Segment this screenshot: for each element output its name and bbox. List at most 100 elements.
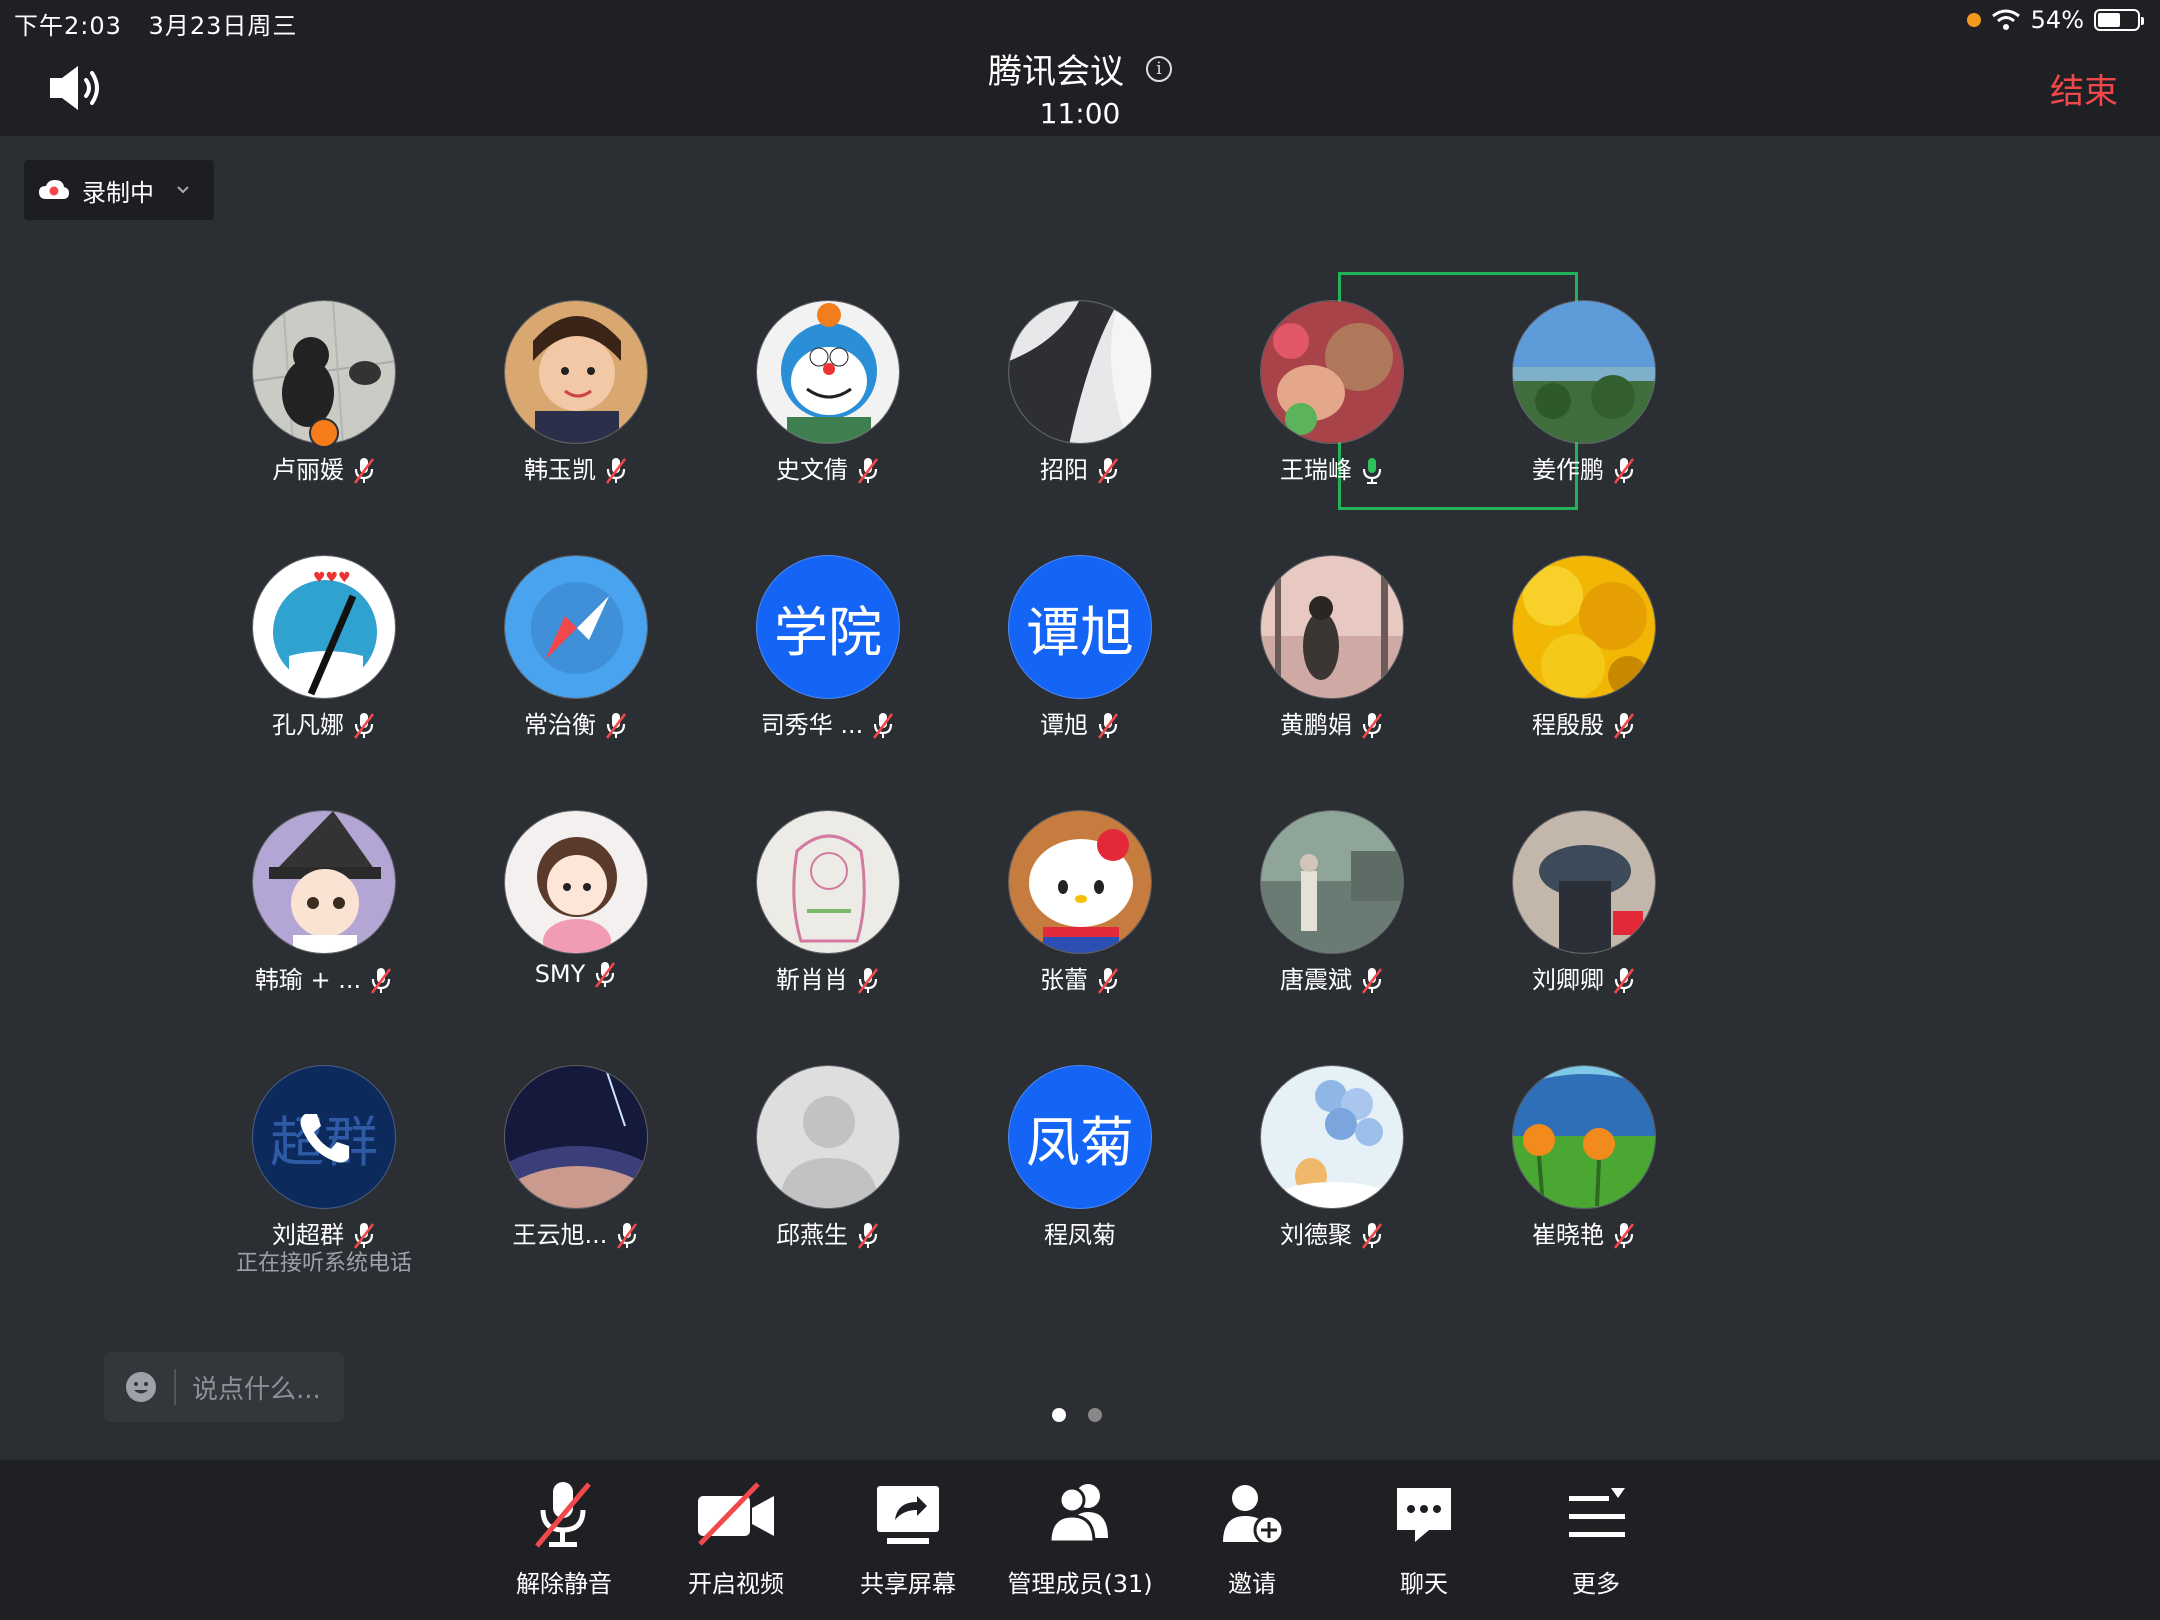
photo-coast-image (1513, 301, 1655, 443)
end-meeting-button[interactable]: 结束 (2050, 64, 2118, 113)
pencil-drawing-image: ♥♥♥ (253, 556, 395, 698)
participant-tile[interactable]: 谭旭 谭旭 (954, 555, 1206, 795)
participant-tile[interactable]: 王瑞峰 (1206, 300, 1458, 540)
wifi-icon (1991, 9, 2020, 30)
participant-tile[interactable]: 史文倩 (702, 300, 954, 540)
recording-status-button[interactable]: 录制中 (24, 160, 214, 220)
page-dot-2[interactable] (1088, 1408, 1102, 1422)
photo-hat-image (1513, 811, 1655, 953)
photo-flowers-image (1513, 556, 1655, 698)
participant-tile[interactable]: 唐震斌 (1206, 810, 1458, 1050)
start-video-label: 开启视频 (688, 1570, 784, 1598)
participant-avatar (1512, 300, 1656, 444)
meeting-header: 腾讯会议 i 11:00 结束 (0, 40, 2160, 136)
participant-avatar (1008, 300, 1152, 444)
mic-muted-icon (1613, 458, 1635, 484)
participant-name: 靳肖肖 (776, 966, 848, 994)
participant-avatar (756, 1065, 900, 1209)
participant-tile[interactable]: 程殷殷 (1458, 555, 1710, 795)
participant-tile[interactable]: 常治衡 (450, 555, 702, 795)
participant-avatar (1260, 810, 1404, 954)
meeting-duration: 11:00 (1039, 97, 1121, 130)
participant-tile[interactable]: 崔晓艳 (1458, 1065, 1710, 1305)
chat-label: 聊天 (1400, 1570, 1448, 1598)
participant-name-row: 王瑞峰 (1206, 450, 1458, 486)
chat-bubble-icon (1397, 1488, 1451, 1542)
participant-name: 程殷殷 (1532, 711, 1604, 739)
compass-icon-image (505, 556, 647, 698)
participant-name-row: 韩瑜 + ... (198, 960, 450, 996)
participant-avatar (1008, 810, 1152, 954)
hello-kitty-image (1009, 811, 1151, 953)
participant-tile[interactable]: 超群 刘超群 正在接听系统电话 (198, 1065, 450, 1305)
page-dot-1[interactable] (1052, 1408, 1066, 1422)
participant-tile[interactable]: 招阳 (954, 300, 1206, 540)
participant-name-row: 靳肖肖 (702, 960, 954, 996)
participant-name: 刘卿卿 (1532, 966, 1604, 994)
participant-tile[interactable]: 凤菊 程凤菊 (954, 1065, 1206, 1305)
participant-tile[interactable]: 刘德聚 (1206, 1065, 1458, 1305)
avatar-initials: 学院 (774, 600, 882, 664)
participant-avatar (1512, 1065, 1656, 1209)
mic-muted-icon (1361, 713, 1383, 739)
info-icon[interactable]: i (1146, 55, 1172, 82)
participant-name-row: 刘卿卿 (1458, 960, 1710, 996)
participant-name-row: 卢丽媛 (198, 450, 450, 486)
mic-muted-icon (617, 1223, 638, 1249)
participant-name: 黄鹏娟 (1280, 711, 1352, 739)
participant-avatar: ♥♥♥ (252, 555, 396, 699)
participant-tile[interactable]: 邱燕生 (702, 1065, 954, 1305)
participant-tile[interactable]: 卢丽媛 (198, 300, 450, 540)
mic-muted-icon (873, 713, 894, 739)
participant-name-row: 程凤菊 (954, 1215, 1206, 1250)
participant-name: SMY (534, 960, 586, 988)
participant-avatar (504, 810, 648, 954)
chat-input[interactable]: 说点什么... (104, 1352, 344, 1422)
mic-muted-icon (1097, 968, 1119, 994)
participant-name: 卢丽媛 (272, 456, 344, 484)
phone-call-icon (300, 1114, 349, 1163)
participant-tile[interactable]: 韩玉凯 (450, 300, 702, 540)
participant-name-row: 谭旭 (954, 705, 1206, 741)
chat-button[interactable]: 聊天 (1344, 1478, 1504, 1608)
participant-tile[interactable]: 靳肖肖 (702, 810, 954, 1050)
manage-members-button[interactable]: 管理成员(31) (1000, 1478, 1160, 1608)
camera-off-icon (698, 1482, 774, 1546)
participant-avatar: 超群 (252, 1065, 396, 1209)
participant-name-row: 张蕾 (954, 960, 1206, 996)
participant-avatar: 谭旭 (1008, 555, 1152, 699)
participant-tile[interactable]: SMY (450, 810, 702, 1050)
participant-avatar (1512, 555, 1656, 699)
participant-tile[interactable]: 学院 司秀华 ... (702, 555, 954, 795)
invite-button[interactable]: 邀请 (1172, 1478, 1332, 1608)
participant-name-row: 崔晓艳 (1458, 1215, 1710, 1251)
participant-name: 招阳 (1040, 456, 1088, 484)
add-user-icon (1223, 1485, 1285, 1546)
participant-name: 刘德聚 (1280, 1221, 1352, 1249)
start-video-button[interactable]: 开启视频 (656, 1478, 816, 1608)
participant-tile[interactable]: 黄鹏娟 (1206, 555, 1458, 795)
mic-muted-icon (1097, 458, 1119, 484)
participant-tile[interactable]: 张蕾 (954, 810, 1206, 1050)
participant-name-row: 史文倩 (702, 450, 954, 486)
participant-avatar (1260, 1065, 1404, 1209)
page-indicator[interactable] (1052, 1408, 1102, 1422)
bottom-toolbar: 解除静音 开启视频 共享屏幕 管理成员(31) 邀请 聊天 更多 (0, 1460, 2160, 1620)
participant-tile[interactable]: ♥♥♥ 孔凡娜 (198, 555, 450, 795)
participant-name-row: 程殷殷 (1458, 705, 1710, 741)
mic-muted-icon (353, 458, 375, 484)
mic-muted-icon (371, 968, 392, 994)
share-screen-button[interactable]: 共享屏幕 (828, 1478, 988, 1608)
participant-name: 邱燕生 (776, 1221, 848, 1249)
participant-tile[interactable]: 刘卿卿 (1458, 810, 1710, 1050)
participant-name: 姜作鹏 (1532, 456, 1604, 484)
participant-tile[interactable]: 姜作鹏 (1458, 300, 1710, 540)
more-button[interactable]: 更多 (1516, 1478, 1676, 1608)
mic-muted-icon (1613, 968, 1635, 994)
participant-tile[interactable]: 王云旭... (450, 1065, 702, 1305)
emoji-icon[interactable] (124, 1370, 158, 1404)
participant-avatar (504, 300, 648, 444)
participant-tile[interactable]: 韩瑜 + ... (198, 810, 450, 1050)
unmute-button[interactable]: 解除静音 (484, 1478, 644, 1608)
meeting-title[interactable]: 腾讯会议 (988, 44, 1124, 93)
